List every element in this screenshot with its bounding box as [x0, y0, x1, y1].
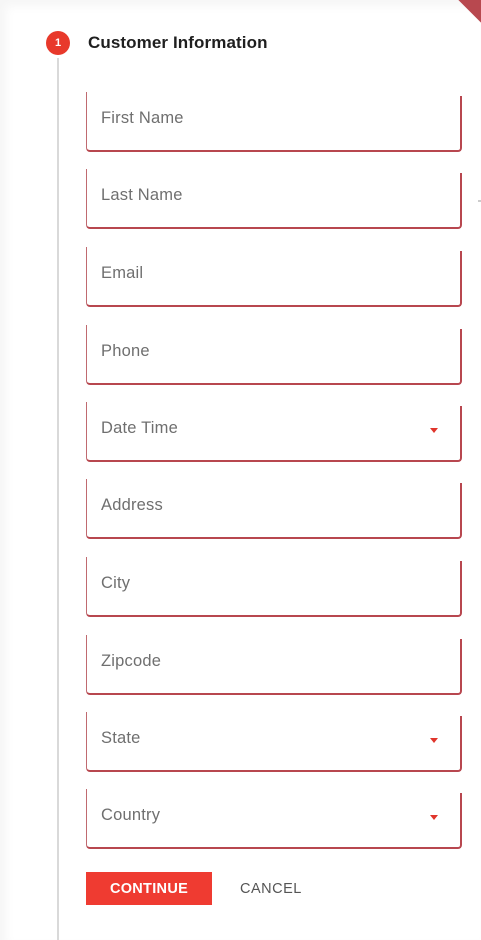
step-header: 1 Customer Information — [46, 30, 268, 56]
email-field[interactable]: Email — [86, 243, 462, 307]
city-field[interactable]: City — [86, 553, 462, 617]
address-field[interactable]: Address — [86, 475, 462, 539]
email-label: Email — [101, 263, 144, 282]
caret-down-icon[interactable] — [430, 738, 438, 743]
country-select[interactable]: Country — [86, 785, 462, 849]
cancel-button[interactable]: CANCEL — [240, 872, 302, 905]
step-connector-line — [57, 58, 59, 940]
state-select[interactable]: State — [86, 708, 462, 772]
continue-button[interactable]: CONTINUE — [86, 872, 212, 905]
zipcode-label: Zipcode — [101, 651, 162, 670]
state-label: State — [101, 728, 141, 747]
last-name-field[interactable]: Last Name — [86, 165, 462, 229]
customer-form-page: 1 Customer Information First Name Last N… — [0, 0, 481, 940]
country-label: Country — [101, 805, 161, 824]
last-name-label: Last Name — [101, 185, 183, 204]
address-label: Address — [101, 495, 163, 514]
step-title: Customer Information — [88, 33, 268, 52]
zipcode-field[interactable]: Zipcode — [86, 631, 462, 695]
caret-down-icon[interactable] — [430, 428, 438, 433]
first-name-field[interactable]: First Name — [86, 88, 462, 152]
step-number-badge: 1 — [46, 31, 70, 55]
phone-label: Phone — [101, 341, 150, 360]
form-actions: CONTINUE CANCEL — [86, 872, 302, 905]
phone-field[interactable]: Phone — [86, 321, 462, 385]
date-time-label: Date Time — [101, 418, 178, 437]
first-name-label: First Name — [101, 108, 184, 127]
caret-down-icon[interactable] — [430, 815, 438, 820]
date-time-select[interactable]: Date Time — [86, 398, 462, 462]
corner-ribbon — [458, 0, 481, 23]
city-label: City — [101, 573, 131, 592]
